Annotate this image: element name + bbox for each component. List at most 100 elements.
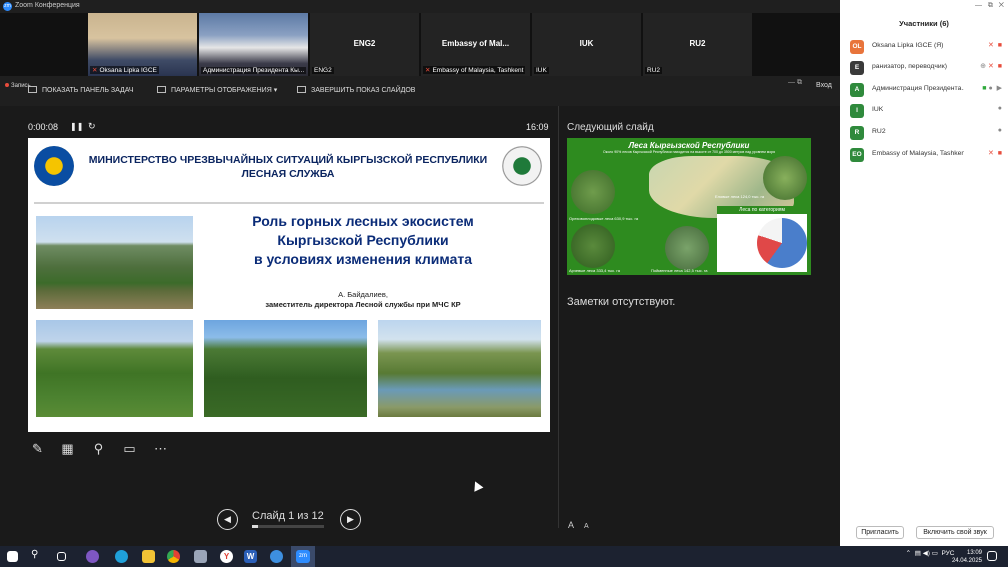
participant-status: ✕ ■ — [988, 41, 1002, 49]
avatar: E — [850, 61, 864, 75]
more-options-icon[interactable]: ⋯ — [152, 440, 169, 457]
slide-divider — [34, 202, 544, 204]
next-slide-thumbnail[interactable]: Леса Кыргызской Республики Около 90% лес… — [567, 138, 811, 275]
participant-name: Администрация Президента Кы... — [201, 67, 307, 74]
next-slide-label-text: Ореховоплодовые леса 630,9 тыс. га — [569, 216, 639, 221]
mic-muted-icon: ✕ — [92, 67, 98, 74]
battery-icon: ▭ — [931, 550, 938, 557]
next-slide-label-text: Пойменные леса 142,5 тыс. га — [651, 268, 708, 273]
next-slide-label-text: Еловые леса 124,0 тыс. га — [715, 194, 765, 199]
participants-header: Участники (6) — [899, 19, 949, 28]
zoom-taskbar-button[interactable]: zm — [291, 546, 315, 567]
display-icon — [157, 86, 166, 93]
notes-font-controls[interactable]: A A — [568, 520, 589, 530]
video-tile[interactable]: Администрация Президента Кы... — [199, 13, 308, 76]
chrome-icon[interactable] — [167, 550, 180, 563]
next-slide-label: Следующий слайд — [567, 122, 654, 133]
video-tile[interactable]: IUK IUK — [532, 13, 641, 76]
all-slides-icon[interactable]: ▦ — [59, 440, 76, 457]
windows-start-icon[interactable] — [7, 551, 18, 562]
mic-muted-icon: ✕ — [425, 67, 431, 74]
participant-status: ● — [998, 127, 1002, 134]
next-slide-label-text: Арчевые леса 333,4 тыс. га — [569, 268, 620, 273]
video-tile[interactable]: ENG2 ENG2 — [310, 13, 419, 76]
participant-name: IUK — [534, 67, 549, 74]
windows-taskbar: ⚲ Y W zm ⌃ ▤ ◀) ▭ РУС 13:09 24.04.2025 — [0, 546, 1008, 567]
forest-circle-photo — [763, 156, 807, 200]
next-slide-title: Леса Кыргызской Республики — [628, 141, 750, 150]
pane-divider[interactable] — [558, 106, 559, 528]
mic-icon: ● — [997, 127, 1002, 134]
participant-status: ■ ● ▶ — [982, 84, 1002, 92]
next-slide-subtitle: Около 90% лесов Кыргызской Республики на… — [603, 150, 775, 154]
river-photo — [378, 320, 541, 417]
participant-name: RU2 — [645, 67, 663, 74]
pen-icon[interactable]: ✎ — [29, 440, 46, 457]
word-icon[interactable]: W — [244, 550, 257, 563]
slide-progress-fill — [252, 525, 258, 528]
yandex-icon[interactable]: Y — [220, 550, 233, 563]
participant-row[interactable]: A Администрация Президента... ■ ● ▶ — [850, 81, 1002, 99]
avatar: OL — [850, 40, 864, 54]
participant-row[interactable]: I IUK ● — [850, 102, 1002, 120]
tile-big-label: ENG2 — [353, 39, 376, 48]
notifications-icon[interactable] — [987, 551, 997, 561]
decrease-font-icon[interactable]: A — [584, 523, 589, 530]
next-slide-category-label: Леса по категориям — [717, 206, 807, 214]
participant-row[interactable]: R RU2 ● — [850, 124, 1002, 142]
video-off-icon: ■ — [997, 63, 1002, 70]
avatar: A — [850, 83, 864, 97]
slide-author-position: заместитель директора Лесной службы при … — [265, 300, 461, 309]
participant-name: ✕ Oksana Lipka IGCE — [90, 66, 159, 74]
speaker-notes: Заметки отсутствуют. — [567, 296, 676, 308]
taskbar-clock[interactable]: 13:09 24.04.2025 — [952, 549, 982, 565]
slide-author: А. Байдалиев, — [338, 290, 388, 299]
panel-window-controls[interactable]: — ⧉ ✕ — [975, 2, 1004, 10]
invite-button[interactable]: Пригласить — [856, 526, 904, 539]
presenter-toolbar: Запись ПОКАЗАТЬ ПАНЕЛЬ ЗАДАЧ ПАРАМЕТРЫ О… — [0, 76, 840, 106]
next-slide-button[interactable]: ▶ — [340, 509, 361, 530]
participant-row[interactable]: EO Embassy of Malaysia, Tashkent ✕ ■ — [850, 146, 1002, 164]
recording-indicator[interactable]: Запись — [5, 83, 31, 89]
task-view-icon[interactable] — [57, 552, 66, 561]
folder-icon[interactable] — [142, 550, 155, 563]
participants-panel: — ⧉ ✕ Участники (6) OL Oksana Lipka IGCE… — [840, 0, 1008, 546]
window-titlebar: zm Zoom Конференция — [0, 0, 840, 13]
screen-icon[interactable]: ▭ — [121, 440, 138, 457]
unmute-me-button[interactable]: Включить свой звук — [916, 526, 994, 539]
window-controls[interactable]: — ⧉ — [788, 79, 802, 87]
participant-name: RU2 — [872, 128, 886, 135]
participant-name: Администрация Президента... — [872, 85, 964, 92]
video-tile[interactable]: RU2 RU2 — [643, 13, 752, 76]
video-tile[interactable]: ✕ Oksana Lipka IGCE — [88, 13, 197, 76]
video-strip: ✕ Oksana Lipka IGCE Администрация Президе… — [0, 13, 840, 76]
increase-font-icon[interactable]: A — [568, 520, 574, 530]
next-slide-pie-chart — [757, 218, 807, 268]
exit-button[interactable]: Вход — [816, 82, 832, 89]
show-taskbar-button[interactable]: ПОКАЗАТЬ ПАНЕЛЬ ЗАДАЧ — [28, 86, 134, 94]
participant-row[interactable]: OL Oksana Lipka IGCE (Я) ✕ ■ — [850, 38, 1002, 56]
edge-icon[interactable] — [115, 550, 128, 563]
end-slideshow-button[interactable]: ЗАВЕРШИТЬ ПОКАЗ СЛАЙДОВ — [297, 86, 415, 94]
zoom-icon[interactable]: ⚲ — [90, 440, 107, 457]
slide-header-service: ЛЕСНАЯ СЛУЖБА — [241, 168, 335, 180]
app-icon[interactable] — [86, 550, 99, 563]
participant-name: Oksana Lipka IGCE (Я) — [872, 42, 944, 49]
pause-icon[interactable]: ❚❚ — [70, 122, 83, 131]
previous-slide-button[interactable]: ◀ — [217, 509, 238, 530]
display-settings-button[interactable]: ПАРАМЕТРЫ ОТОБРАЖЕНИЯ ▾ — [157, 86, 277, 94]
app-icon[interactable] — [270, 550, 283, 563]
video-tile[interactable]: Embassy of Mal... ✕ Embassy of Malaysia, … — [421, 13, 530, 76]
participant-name: ✕ Embassy of Malaysia, Tashkent — [423, 66, 526, 74]
taskbar-icon — [28, 86, 37, 93]
tile-big-label: Embassy of Mal... — [441, 39, 510, 48]
participant-row[interactable]: E ранизатор, переводчик) ⊕ ✕ ■ — [850, 59, 1002, 77]
mic-muted-icon: ✕ — [988, 42, 994, 49]
tile-big-label: IUK — [579, 39, 594, 48]
reset-timer-icon[interactable]: ↻ — [88, 121, 96, 132]
participant-status: ⊕ ✕ ■ — [980, 62, 1002, 70]
app-icon[interactable] — [194, 550, 207, 563]
slide-progress-bar — [252, 525, 324, 528]
search-icon[interactable]: ⚲ — [31, 549, 44, 562]
avatar: I — [850, 104, 864, 118]
